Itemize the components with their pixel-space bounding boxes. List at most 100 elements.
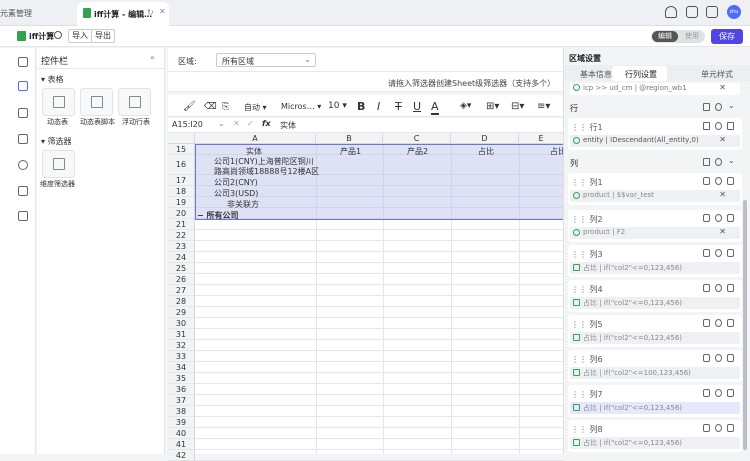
select-all-corner[interactable] (168, 134, 195, 144)
add-row-icon[interactable] (703, 103, 710, 111)
cell-B15[interactable]: 产品1 (340, 146, 361, 157)
tree-icon[interactable] (18, 57, 28, 67)
gear-icon[interactable] (715, 354, 722, 362)
mode-edit[interactable]: 编辑 (652, 31, 678, 42)
row-header[interactable]: 30 (168, 318, 195, 329)
cell-A17[interactable]: 公司2(CNY) (214, 177, 258, 188)
row-header[interactable]: 22 (168, 230, 195, 241)
tab-cell-style[interactable]: 单元样式 (701, 69, 733, 80)
copy-icon[interactable] (703, 177, 710, 185)
row-header[interactable]: 24 (168, 252, 195, 263)
close-icon[interactable]: ✕ (719, 190, 726, 199)
layers-icon[interactable] (18, 211, 28, 221)
gear-icon[interactable] (715, 122, 722, 130)
row-header[interactable]: 21 (168, 219, 195, 230)
close-icon[interactable]: ✕ (719, 227, 726, 236)
row-header[interactable]: 33 (168, 351, 195, 362)
row-header[interactable]: 28 (168, 296, 195, 307)
row-chip[interactable]: entity | IDescendant(All_entity,0) ✕ (570, 135, 740, 147)
cell-C15[interactable]: 产品2 (407, 146, 428, 157)
row-header[interactable]: 27 (168, 285, 195, 296)
gear-icon[interactable] (715, 177, 722, 185)
grid-icon[interactable] (18, 81, 28, 91)
section-table[interactable]: ▾ 表格 (41, 74, 64, 85)
close-icon[interactable]: ✕ (719, 83, 726, 92)
column-chip[interactable]: 占比 | if("col2"<=0,123,456) (570, 332, 740, 344)
row-header[interactable]: 34 (168, 362, 195, 373)
column-settings-icon[interactable] (715, 158, 722, 166)
close-icon[interactable]: ✕ (159, 7, 166, 16)
trash-icon[interactable] (727, 319, 734, 327)
copy-icon[interactable] (703, 214, 710, 222)
gear-icon[interactable] (715, 424, 722, 432)
number-format-select[interactable]: 自动 ▾ (244, 102, 267, 113)
border-icon[interactable]: ⊞▾ (486, 101, 499, 112)
row-header[interactable]: 35 (168, 373, 195, 384)
refresh-icon[interactable]: ↻ (147, 8, 154, 17)
tab-active-document[interactable]: iff计算 - 编辑… ↻ ✕ (77, 2, 169, 26)
tile-floating-row-table[interactable] (118, 88, 151, 116)
cancel-icon[interactable]: ✕ (233, 119, 240, 128)
trash-icon[interactable] (727, 424, 734, 432)
bold-icon[interactable]: B (357, 100, 365, 113)
collapse-icon[interactable]: « (150, 53, 155, 62)
column-chip[interactable]: 占比 | if("col2"<=100,123,456) (570, 367, 740, 379)
settings-icon[interactable] (54, 31, 62, 39)
chevron-down-icon[interactable]: ⌄ (218, 119, 225, 128)
filter-hint[interactable]: 请拖入筛选器创建Sheet级筛选器（支持多个） (388, 78, 555, 89)
copy-icon[interactable] (703, 319, 710, 327)
row-header[interactable]: 25 (168, 263, 195, 274)
gear-icon[interactable] (715, 214, 722, 222)
row-header[interactable]: 19 (168, 197, 195, 208)
fill-color-icon[interactable]: ◈▾ (460, 101, 471, 111)
table-icon[interactable] (18, 108, 28, 118)
trash-icon[interactable] (727, 284, 734, 292)
column-chip[interactable]: 占比 | if("col2"<=0,123,456) (570, 437, 740, 449)
chart-icon[interactable] (18, 186, 28, 196)
row-header[interactable]: 31 (168, 329, 195, 340)
cell-A18[interactable]: 公司3(USD) (214, 188, 258, 199)
gear-icon[interactable] (715, 284, 722, 292)
gear-icon[interactable] (715, 389, 722, 397)
font-size-select[interactable]: 10 ▾ (328, 101, 347, 111)
trash-icon[interactable] (727, 214, 734, 222)
row-header[interactable]: 15 (168, 144, 195, 155)
mode-toggle[interactable]: 编辑 使用 (651, 30, 705, 43)
section-filter[interactable]: ▾ 筛选器 (41, 136, 72, 147)
copy-icon[interactable] (703, 122, 710, 130)
trash-icon[interactable] (727, 354, 734, 362)
column-header[interactable]: E (519, 134, 564, 144)
underline-icon[interactable]: U (413, 100, 421, 113)
row-header[interactable]: 18 (168, 186, 195, 197)
chevron-down-icon[interactable]: ⌄ (728, 156, 735, 165)
cell-A16-line2[interactable]: 路高尚领域18888号12楼A区 (214, 166, 319, 177)
row-settings-icon[interactable] (715, 103, 722, 111)
copy-format-icon[interactable]: ⎘ (222, 102, 229, 112)
cell-reference[interactable]: A15:I20 (172, 120, 203, 129)
gear-icon[interactable] (715, 249, 722, 257)
row-header[interactable]: 23 (168, 241, 195, 252)
align-icon[interactable]: ≡▾ (537, 101, 550, 112)
column-chip[interactable]: 占比 | if("col2"<=0,123,456) (570, 262, 740, 274)
region-select[interactable]: 所有区域 ⌄ (216, 53, 316, 67)
column-chip[interactable]: 占比 | if("col2"<=0,123,456) (570, 297, 740, 309)
tile-dynamic-table[interactable] (42, 88, 75, 116)
column-header[interactable]: A (195, 134, 316, 144)
inbox-icon[interactable] (706, 6, 718, 18)
row-header[interactable]: 29 (168, 307, 195, 318)
row-header[interactable]: 39 (168, 417, 195, 428)
close-icon[interactable]: ✕ (719, 135, 726, 144)
strikethrough-icon[interactable]: T (395, 100, 402, 113)
column-chip[interactable]: 占比 | if("col2"<=0,123,456) (570, 402, 740, 414)
trash-icon[interactable] (727, 389, 734, 397)
panel-scrollbar[interactable] (743, 200, 747, 450)
column-chip[interactable]: product | $$var_test ✕ (570, 190, 740, 202)
tab-row-col-settings[interactable]: 行列设置 (625, 69, 657, 80)
add-column-icon[interactable] (703, 158, 710, 166)
document-list-icon[interactable] (686, 6, 698, 18)
gear-icon[interactable] (715, 319, 722, 327)
row-header[interactable]: 26 (168, 274, 195, 285)
trash-icon[interactable] (727, 122, 734, 130)
tab-element-management[interactable]: 元素管理 (0, 8, 32, 19)
row-header[interactable]: 36 (168, 384, 195, 395)
